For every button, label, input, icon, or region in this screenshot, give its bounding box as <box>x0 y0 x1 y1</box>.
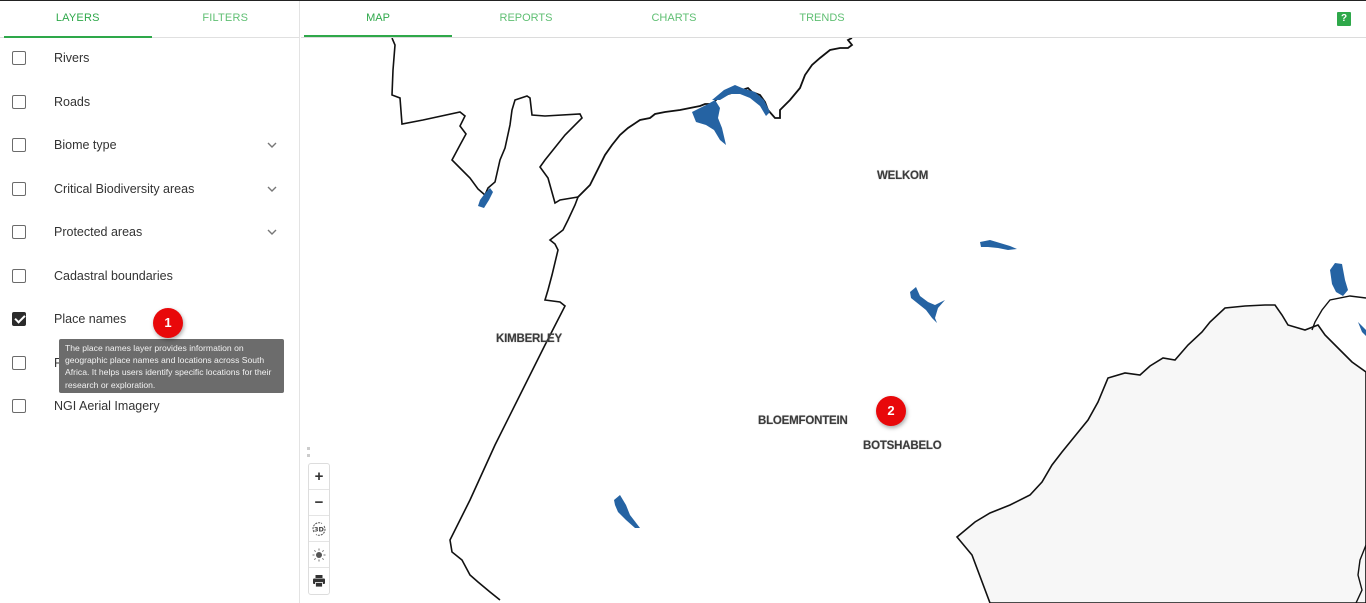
place-names-checkbox[interactable] <box>12 312 26 326</box>
ngi-aerial-checkbox[interactable] <box>12 399 26 413</box>
layer-label: NGI Aerial Imagery <box>54 399 160 413</box>
layer-label: Rivers <box>54 51 90 65</box>
cadastral-checkbox[interactable] <box>12 269 26 283</box>
layer-item-rivers[interactable]: Rivers <box>0 46 300 70</box>
tab-trends[interactable]: TRENDS <box>748 1 896 37</box>
tab-charts[interactable]: CHARTS <box>600 1 748 37</box>
critical-biodiversity-checkbox[interactable] <box>12 182 26 196</box>
layer-item-protected-areas[interactable]: Protected areas <box>0 220 300 244</box>
chevron-down-icon[interactable] <box>266 183 278 195</box>
zoom-out-button[interactable]: − <box>309 490 329 516</box>
dam-sterkfontein <box>1330 263 1348 296</box>
printer-icon <box>313 575 325 588</box>
layer-item-cadastral[interactable]: Cadastral boundaries <box>0 264 300 288</box>
layer-label: Critical Biodiversity areas <box>54 182 195 196</box>
help-button[interactable]: ? <box>1337 12 1351 26</box>
properties-checkbox[interactable] <box>12 356 26 370</box>
print-button[interactable] <box>309 568 329 594</box>
place-label-welkom[interactable]: WELKOM <box>877 170 928 182</box>
sun-icon <box>312 548 326 561</box>
layer-label: Cadastral boundaries <box>54 269 173 283</box>
step-badge-2: 2 <box>876 396 906 426</box>
roads-checkbox[interactable] <box>12 95 26 109</box>
tab-map[interactable]: MAP <box>304 1 452 37</box>
drag-handle-icon[interactable] <box>307 447 311 459</box>
river-east-water <box>1358 322 1366 336</box>
biome-type-checkbox[interactable] <box>12 138 26 152</box>
tab-reports[interactable]: REPORTS <box>452 1 600 37</box>
layer-item-critical-biodiversity[interactable]: Critical Biodiversity areas <box>0 177 300 201</box>
place-label-botshabelo[interactable]: BOTSHABELO <box>863 440 942 452</box>
layer-label: Protected areas <box>54 225 143 239</box>
layer-item-roads[interactable]: Roads <box>0 90 300 114</box>
layer-label: Roads <box>54 95 91 109</box>
3d-label: 3D <box>314 525 325 533</box>
vaal-river-water <box>712 85 770 116</box>
sidebar-tabs: LAYERS FILTERS <box>0 1 299 38</box>
layer-item-ngi-aerial[interactable]: NGI Aerial Imagery <box>0 394 300 418</box>
province-boundary <box>391 38 583 601</box>
step-badge-1: 1 <box>153 308 183 338</box>
chevron-down-icon[interactable] <box>266 139 278 151</box>
place-names-tooltip: The place names layer provides informati… <box>59 339 284 393</box>
zoom-in-button[interactable]: + <box>309 464 329 490</box>
layer-label: Place names <box>54 312 127 326</box>
layer-item-place-names[interactable]: Place names <box>0 307 300 331</box>
dam-kalkfontein <box>614 495 640 528</box>
lesotho-region <box>955 304 1366 603</box>
map-base-layer <box>391 38 1366 603</box>
layer-label: Biome type <box>54 138 117 152</box>
place-label-bloemfontein[interactable]: BLOEMFONTEIN <box>758 415 848 427</box>
map-canvas[interactable]: WELKOM KIMBERLEY BLOEMFONTEIN BOTSHABELO… <box>301 38 1366 603</box>
main-tabs: MAP REPORTS CHARTS TRENDS ? <box>301 1 1366 38</box>
layers-sidebar: LAYERS FILTERS Rivers Roads Biome type C… <box>0 1 300 603</box>
tab-filters[interactable]: FILTERS <box>152 1 300 37</box>
rotate-3d-icon: 3D <box>312 521 326 536</box>
dam-allemanskraal <box>980 240 1017 250</box>
chevron-down-icon[interactable] <box>266 226 278 238</box>
place-label-kimberley[interactable]: KIMBERLEY <box>496 333 562 345</box>
lighting-button[interactable] <box>309 542 329 568</box>
dam-erfenis <box>910 287 945 323</box>
map-controls: + − 3D <box>308 463 330 595</box>
tab-layers[interactable]: LAYERS <box>4 1 152 38</box>
toggle-3d-button[interactable]: 3D <box>309 516 329 542</box>
province-boundary-east <box>1311 295 1366 331</box>
layer-item-biome-type[interactable]: Biome type <box>0 133 300 157</box>
rivers-checkbox[interactable] <box>12 51 26 65</box>
protected-areas-checkbox[interactable] <box>12 225 26 239</box>
